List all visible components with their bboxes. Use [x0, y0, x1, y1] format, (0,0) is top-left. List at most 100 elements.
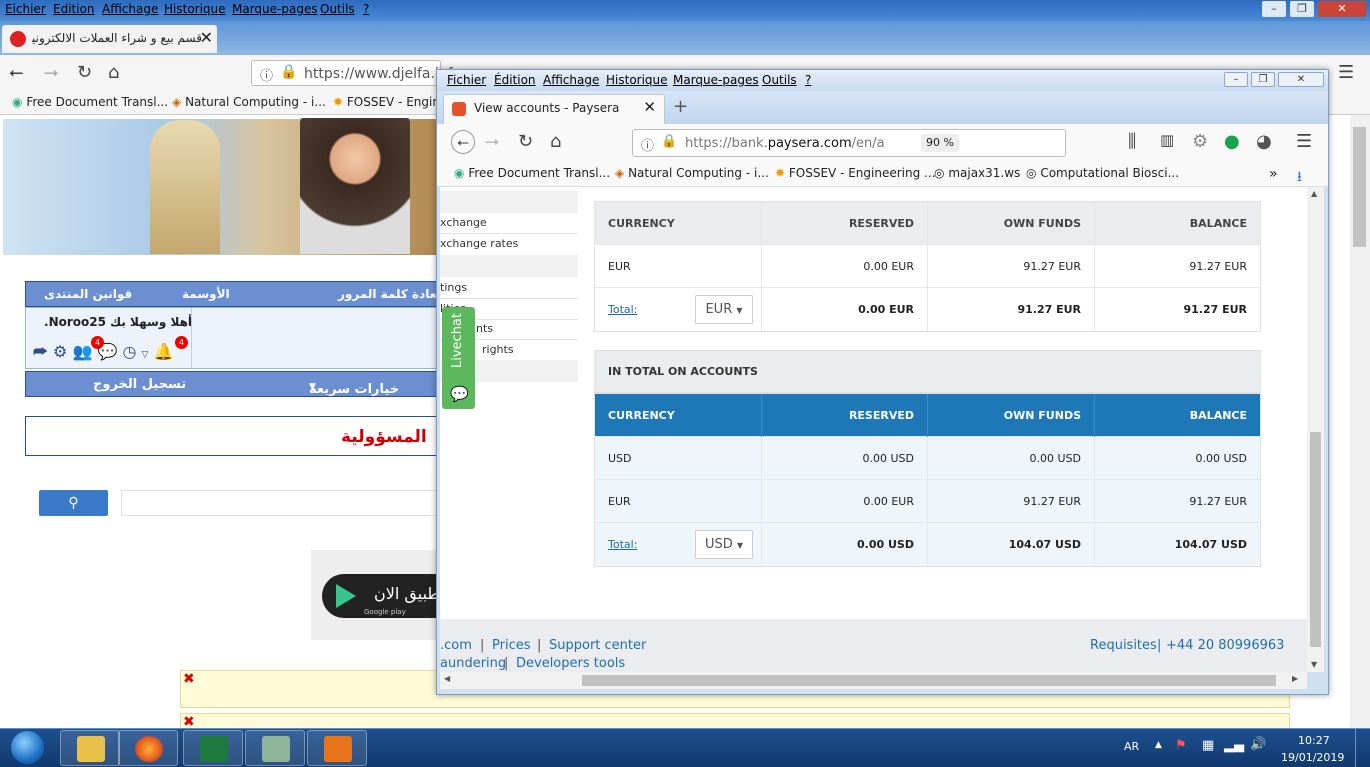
taskbar-excel[interactable]: [183, 730, 243, 766]
bg-menu-icon[interactable]: ☰: [1338, 62, 1354, 83]
vertical-scrollbar[interactable]: ▲ ▼: [1307, 187, 1324, 672]
total-label[interactable]: Total:: [608, 288, 637, 331]
scroll-left-icon[interactable]: ◀: [444, 674, 450, 683]
bg-bookmark-1[interactable]: ◉ Free Document Transl...: [12, 95, 168, 109]
bg-menu-affichage[interactable]: Affichage: [102, 2, 158, 16]
bg-close-icon[interactable]: ✕: [1318, 1, 1366, 17]
bookmark-4[interactable]: ◎ majax31.ws: [934, 166, 1020, 180]
home-icon[interactable]: ⌂: [550, 131, 561, 152]
menu-edition[interactable]: Édition: [494, 73, 536, 87]
bg-maximize-icon[interactable]: ❐: [1290, 1, 1314, 17]
reload-icon[interactable]: ↻: [518, 131, 533, 152]
total-label[interactable]: Total:: [608, 523, 637, 566]
sidebar-item-settings[interactable]: tings: [440, 281, 467, 294]
footer-requisites-link[interactable]: Requisites: [1090, 638, 1157, 653]
tab-paysera[interactable]: View accounts - Paysera ✕: [443, 94, 665, 124]
sidebar-item-accounts[interactable]: nts: [476, 322, 493, 335]
taskbar-explorer[interactable]: [60, 730, 120, 766]
forum-search-button[interactable]: ⚲: [39, 490, 108, 516]
footer-link-home[interactable]: .com: [440, 638, 472, 653]
add-friend-icon[interactable]: 👥: [72, 342, 92, 361]
scroll-down-icon[interactable]: ▼: [1311, 660, 1317, 669]
currency-select-usd[interactable]: USD ▼: [695, 530, 753, 559]
livechat-button[interactable]: Livechat 💬: [442, 307, 475, 409]
scroll-right-icon[interactable]: ▶: [1292, 674, 1298, 683]
language-indicator[interactable]: AR: [1124, 740, 1139, 753]
volume-icon[interactable]: 🔊: [1250, 737, 1266, 752]
forum-rules-link[interactable]: قوانين المنتدى: [44, 287, 132, 301]
dropdown-icon[interactable]: ▽: [142, 350, 149, 360]
grammarly-icon[interactable]: ●: [1224, 131, 1240, 152]
footer-link-support[interactable]: Support center: [549, 638, 646, 653]
forum-medals-link[interactable]: الأوسمة: [182, 287, 230, 301]
minimize-icon[interactable]: –: [1224, 72, 1248, 87]
extension-icon[interactable]: ◕: [1256, 131, 1272, 152]
bg-back-icon[interactable]: ⭠: [9, 62, 23, 83]
bg-menu-help[interactable]: ?: [363, 2, 369, 16]
horizontal-scrollbar[interactable]: ◀ ▶: [440, 672, 1307, 689]
taskbar-monitor-app[interactable]: [245, 730, 305, 766]
maximize-icon[interactable]: ❐: [1251, 72, 1275, 87]
bg-tab-close-icon[interactable]: ✕: [200, 28, 213, 47]
bg-menu-fichier[interactable]: Eichier: [5, 2, 46, 16]
bg-home-icon[interactable]: ⌂: [108, 62, 119, 83]
app-menu-icon[interactable]: ☰: [1296, 131, 1312, 152]
menu-historique[interactable]: Historique: [606, 73, 668, 87]
bg-menu-historique[interactable]: Historique: [164, 2, 226, 16]
bg-menu-marque-pages[interactable]: Marque-pages: [232, 2, 318, 16]
bg-vertical-scrollbar[interactable]: [1350, 115, 1370, 728]
bg-bookmark-2[interactable]: ◈ Natural Computing - i...: [172, 95, 326, 109]
network-icon[interactable]: ▂▄: [1224, 738, 1244, 753]
bg-menu-edition[interactable]: Edition: [53, 2, 95, 16]
notifications-icon[interactable]: 🔔: [154, 342, 174, 361]
bookmark-3[interactable]: ✸ FOSSEV - Engineering ...: [775, 166, 935, 180]
hscroll-thumb[interactable]: [582, 675, 1276, 686]
bg-minimize-icon[interactable]: –: [1262, 1, 1286, 17]
bg-url-bar[interactable]: ⓘ 🔒 https://www.djelfa.info: [251, 60, 461, 86]
logout-link[interactable]: تسجيل الخروج: [93, 377, 186, 392]
close-icon[interactable]: ✕: [1278, 72, 1324, 87]
scroll-up-icon[interactable]: ▲: [1311, 189, 1317, 198]
tab-close-icon[interactable]: ✕: [643, 98, 656, 116]
clock-icon[interactable]: ◷: [122, 342, 136, 361]
url-bar[interactable]: ⓘ 🔒 https://bank.paysera.com/en/acc: [632, 129, 1066, 157]
clock-date[interactable]: 19/01/2019: [1281, 751, 1344, 764]
clock-time[interactable]: 10:27: [1298, 734, 1330, 747]
taskbar-firefox[interactable]: [118, 730, 178, 766]
device-icon[interactable]: ▦: [1202, 738, 1214, 753]
menu-fichier[interactable]: Fichier: [447, 73, 486, 87]
bg-menu-outils[interactable]: Outils: [320, 2, 355, 16]
logout-icon[interactable]: ⮫: [33, 342, 48, 361]
menu-affichage[interactable]: Affichage: [543, 73, 599, 87]
currency-select-eur[interactable]: EUR ▼: [695, 295, 753, 324]
show-desktop-button[interactable]: [1355, 729, 1370, 767]
sidebar-item-rights[interactable]: rights: [482, 343, 514, 356]
new-tab-icon[interactable]: +: [673, 96, 688, 117]
forum-search-input[interactable]: [121, 490, 441, 516]
flag-icon[interactable]: ⚑: [1175, 738, 1187, 753]
tray-arrow-icon[interactable]: ▲: [1155, 740, 1162, 750]
bookmark-1[interactable]: ◉ Free Document Transl...: [454, 166, 610, 180]
menu-help[interactable]: ?: [805, 73, 811, 87]
back-icon[interactable]: ⭠: [451, 130, 475, 154]
footer-link-aml[interactable]: aundering: [440, 656, 506, 671]
bg-forward-icon[interactable]: ⭢: [44, 62, 58, 83]
menu-outils[interactable]: Outils: [762, 73, 797, 87]
notice-close-icon[interactable]: ✖: [183, 671, 195, 687]
more-bookmarks-icon[interactable]: »: [1269, 166, 1278, 182]
bg-info-icon[interactable]: ⓘ: [260, 65, 273, 84]
footer-phone[interactable]: +44 20 80996963: [1166, 638, 1284, 653]
info-icon[interactable]: ⓘ: [641, 135, 654, 154]
footer-link-developers[interactable]: Developers tools: [516, 656, 625, 671]
google-play-button[interactable]: طبيق الان Google play: [322, 574, 442, 618]
library-icon[interactable]: ⫼: [1128, 131, 1136, 152]
extension-gear-icon[interactable]: ⚙: [1192, 131, 1208, 152]
footer-link-prices[interactable]: Prices: [492, 638, 531, 653]
settings-icon[interactable]: ⚙: [53, 342, 67, 361]
bg-tab[interactable]: قسم بيع و شراء العملات الالكترونية ✕: [2, 25, 217, 53]
bookmark-2[interactable]: ◈ Natural Computing - i...: [615, 166, 769, 180]
forward-icon[interactable]: ⭢: [485, 131, 499, 152]
sidebar-item-exchange-rates[interactable]: xchange rates: [440, 237, 518, 250]
sidebar-icon[interactable]: ▥: [1160, 131, 1174, 149]
zoom-indicator[interactable]: 90 %: [921, 134, 959, 152]
